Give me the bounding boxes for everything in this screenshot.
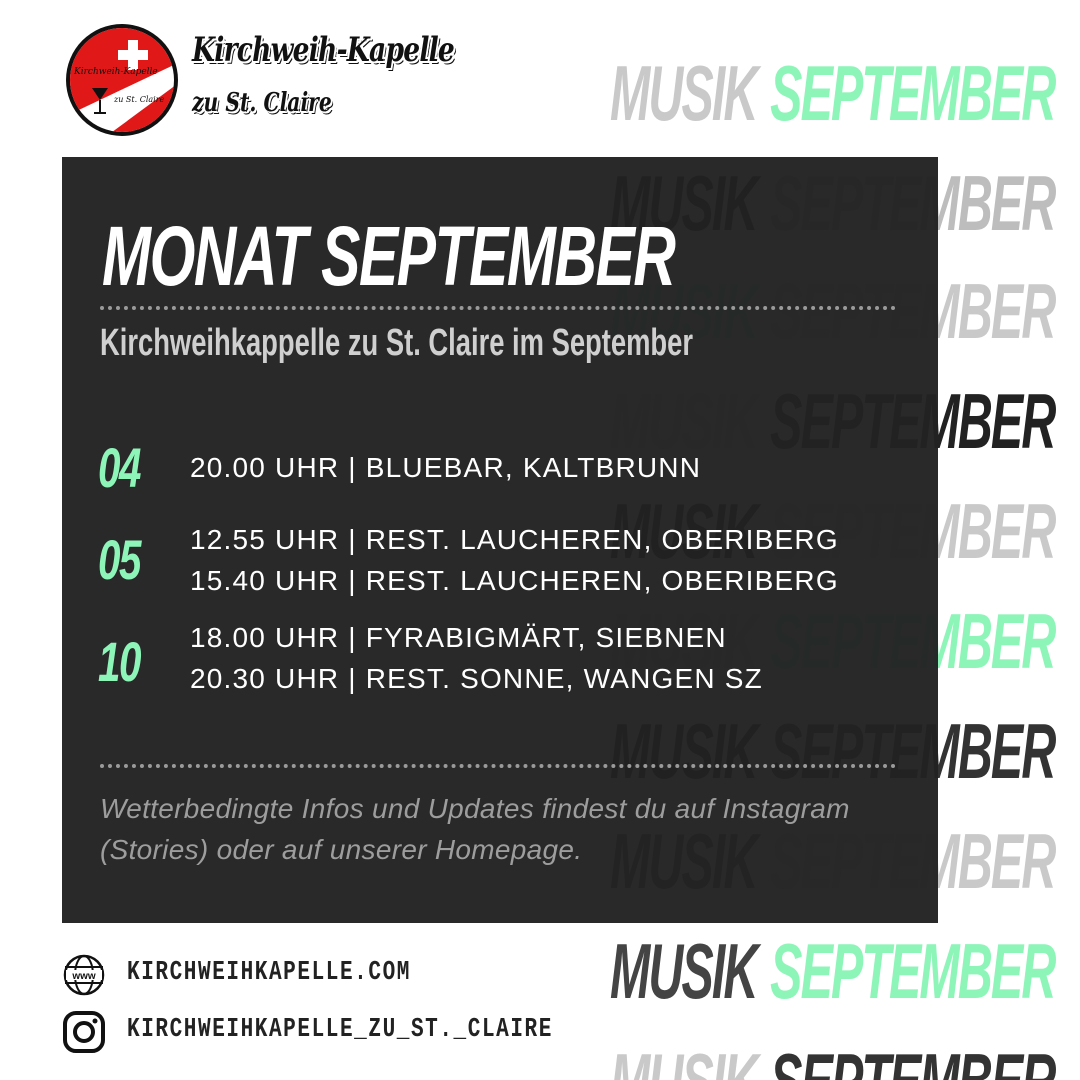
- event-day: 04: [98, 436, 141, 499]
- globe-www-icon: www: [62, 953, 106, 997]
- brand-logo: Kirchweih-Kapelle zu St. Claire: [64, 22, 180, 138]
- event-day: 05: [98, 528, 141, 591]
- divider-top: [100, 306, 896, 310]
- event-day: 10: [98, 630, 141, 693]
- brand-name: Kirchweih-Kapelle: [192, 30, 455, 70]
- svg-text:www: www: [71, 971, 96, 982]
- card-subtitle: Kirchweihkappelle zu St. Claire im Septe…: [100, 322, 693, 364]
- svg-text:Kirchweih-Kapelle: Kirchweih-Kapelle: [73, 67, 158, 77]
- instagram-link[interactable]: KIRCHWEIHKAPELLE_ZU_ST._CLAIRE: [127, 1015, 553, 1045]
- event-line: 12.55 UHR | REST. LAUCHEREN, OBERIBERG: [190, 524, 839, 555]
- event-line: 20.00 UHR | BLUEBAR, KALTBRUNN: [190, 452, 702, 483]
- divider-bottom: [100, 764, 896, 768]
- instagram-icon: [62, 1010, 106, 1054]
- event-line: 20.30 UHR | REST. SONNE, WANGEN SZ: [190, 663, 763, 694]
- website-link[interactable]: KIRCHWEIHKAPELLE.COM: [127, 958, 411, 988]
- event-line: 15.40 UHR | REST. LAUCHEREN, OBERIBERG: [190, 565, 839, 596]
- card-title: MONAT SEPTEMBER: [102, 209, 676, 303]
- bg-row-1: MUSIK SEPTEMBER: [610, 49, 1056, 137]
- event-line: 18.00 UHR | FYRABIGMÄRT, SIEBNEN: [190, 622, 727, 653]
- weather-note: Wetterbedingte Infos und Updates findest…: [100, 793, 850, 865]
- bg-row-9: MUSIK SEPTEMBER: [610, 927, 1056, 1015]
- svg-text:zu St. Claire: zu St. Claire: [113, 95, 165, 104]
- bg-row-10: MUSIKSEPTEMBER: [610, 1042, 1068, 1080]
- brand-subtitle: zu St. Claire: [192, 88, 332, 118]
